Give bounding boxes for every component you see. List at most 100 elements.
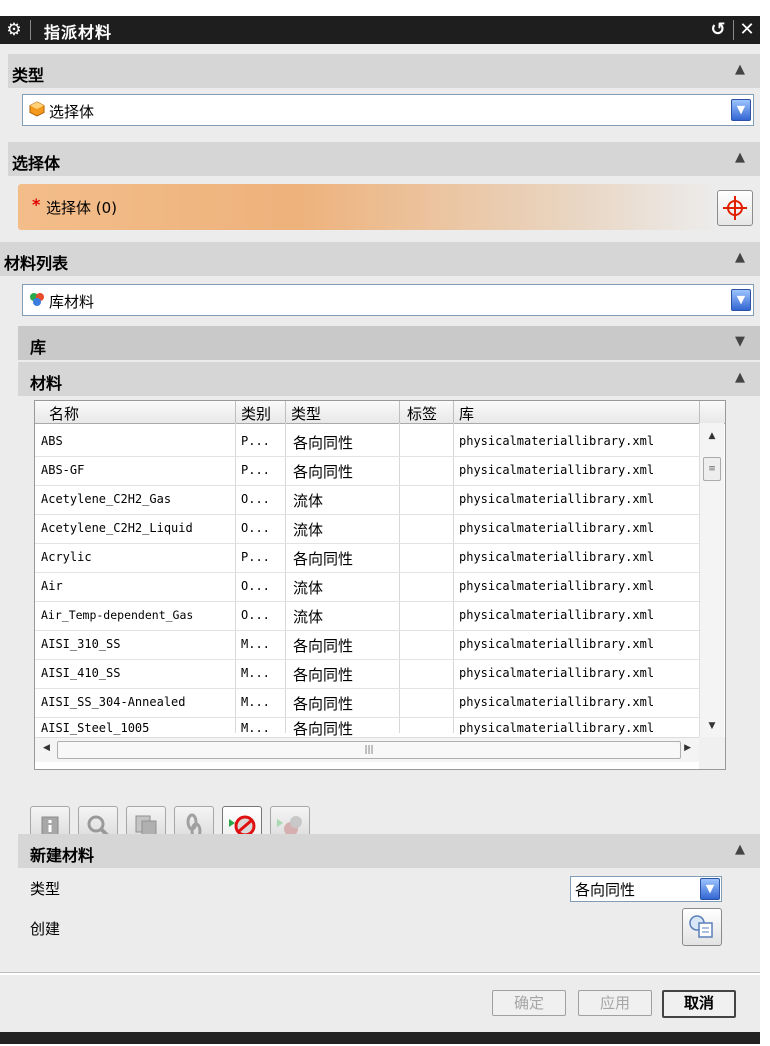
title-separator-2 xyxy=(733,20,734,40)
scroll-right-icon[interactable]: ▶ xyxy=(684,743,691,753)
cell-name: ABS-GF xyxy=(41,463,85,477)
new-material-type-label: 类型 xyxy=(30,880,61,898)
select-body-prompt: 选择体 (0) xyxy=(46,199,118,217)
cell-category: O... xyxy=(241,608,270,622)
new-material-section-header[interactable]: 新建材料 ▲ xyxy=(18,834,760,868)
cell-library: physicalmateriallibrary.xml xyxy=(459,521,655,535)
cell-library: physicalmateriallibrary.xml xyxy=(459,666,655,680)
materials-table: 名称 类别 类型 标签 库 ABS P... 各向同性 physicalmate… xyxy=(34,400,726,770)
cell-library: physicalmateriallibrary.xml xyxy=(459,492,655,506)
cell-category: P... xyxy=(241,550,270,564)
footer-divider xyxy=(0,972,760,975)
create-material-icon xyxy=(689,915,713,938)
chevron-down-icon[interactable]: ▼ xyxy=(732,334,748,350)
reset-icon[interactable]: ↺ xyxy=(706,19,730,41)
new-material-type-value: 各向同性 xyxy=(575,881,636,899)
column-divider[interactable] xyxy=(399,401,400,423)
table-row[interactable]: ABS-GF P... 各向同性 physicalmateriallibrary… xyxy=(35,456,699,486)
scroll-thumb[interactable]: ||| xyxy=(57,741,681,759)
chevron-up-icon[interactable]: ▲ xyxy=(732,370,748,386)
column-header-library[interactable]: 库 xyxy=(459,403,474,424)
material-source-value: 库材料 xyxy=(49,293,95,311)
column-divider[interactable] xyxy=(285,401,286,423)
title-bar: ⚙ 指派材料 ↺ ✕ xyxy=(0,16,760,44)
cell-category: O... xyxy=(241,579,270,593)
dropdown-arrow-icon[interactable]: ▼ xyxy=(700,878,720,900)
cell-library: physicalmateriallibrary.xml xyxy=(459,579,655,593)
cell-name: Acetylene_C2H2_Liquid xyxy=(41,521,193,535)
chevron-up-icon[interactable]: ▲ xyxy=(732,250,748,266)
select-target-button[interactable] xyxy=(717,190,753,226)
new-material-section-title: 新建材料 xyxy=(30,846,95,865)
cell-name: Air_Temp-dependent_Gas xyxy=(41,608,194,622)
column-divider[interactable] xyxy=(453,401,454,423)
table-row[interactable]: AISI_Steel_1005 M... 各向同性 physicalmateri… xyxy=(35,717,699,738)
table-row[interactable]: Acrylic P... 各向同性 physicalmateriallibrar… xyxy=(35,543,699,573)
horizontal-scrollbar[interactable]: ◀ ||| ▶ xyxy=(35,737,699,762)
dropdown-arrow-icon[interactable]: ▼ xyxy=(731,99,751,121)
cell-name: Acrylic xyxy=(41,550,92,564)
cell-category: M... xyxy=(241,666,270,680)
cell-name: Air xyxy=(41,579,63,593)
cell-library: physicalmateriallibrary.xml xyxy=(459,550,655,564)
cell-category: M... xyxy=(241,721,270,735)
table-row[interactable]: Air_Temp-dependent_Gas O... 流体 physicalm… xyxy=(35,601,699,631)
select-body-section-header[interactable]: 选择体 ▲ xyxy=(8,142,760,176)
scroll-left-icon[interactable]: ◀ xyxy=(43,743,50,753)
cell-type: 流体 xyxy=(293,579,324,597)
cell-type: 各向同性 xyxy=(293,550,354,568)
cell-category: O... xyxy=(241,521,270,535)
cell-type: 各向同性 xyxy=(293,637,354,655)
create-label: 创建 xyxy=(30,920,61,938)
material-list-section-title: 材料列表 xyxy=(4,254,69,273)
table-row[interactable]: Acetylene_C2H2_Gas O... 流体 physicalmater… xyxy=(35,485,699,515)
vertical-scrollbar[interactable]: ▲ ≡ ▼ xyxy=(699,423,724,737)
required-star-icon: * xyxy=(32,195,41,214)
scroll-up-icon[interactable]: ▲ xyxy=(704,431,720,445)
ok-button[interactable]: 确定 xyxy=(492,990,566,1016)
materials-subsection-header[interactable]: 材料 ▲ xyxy=(18,362,760,396)
cell-name: AISI_SS_304-Annealed xyxy=(41,695,186,709)
material-source-select[interactable]: 库材料 ▼ xyxy=(22,284,754,316)
type-select-value: 选择体 xyxy=(49,103,95,121)
cell-category: P... xyxy=(241,463,270,477)
column-header-tag[interactable]: 标签 xyxy=(407,403,437,424)
table-row[interactable]: ABS P... 各向同性 physicalmateriallibrary.xm… xyxy=(35,427,699,457)
cancel-button[interactable]: 取消 xyxy=(662,990,736,1018)
cell-name: Acetylene_C2H2_Gas xyxy=(41,492,172,506)
create-material-button[interactable] xyxy=(682,908,722,946)
select-body-row[interactable]: * 选择体 (0) xyxy=(18,184,718,230)
cell-category: M... xyxy=(241,637,270,651)
chevron-up-icon[interactable]: ▲ xyxy=(732,150,748,166)
close-icon[interactable]: ✕ xyxy=(735,19,759,41)
cell-type: 各向同性 xyxy=(293,666,354,684)
scroll-down-icon[interactable]: ▼ xyxy=(704,721,720,735)
cell-type: 各向同性 xyxy=(293,695,354,713)
library-subsection-header[interactable]: 库 ▼ xyxy=(18,326,760,360)
dropdown-arrow-icon[interactable]: ▼ xyxy=(731,289,751,311)
chevron-up-icon[interactable]: ▲ xyxy=(732,62,748,78)
new-material-type-select[interactable]: 各向同性 ▼ xyxy=(570,876,722,902)
cell-name: ABS xyxy=(41,434,63,448)
chevron-up-icon[interactable]: ▲ xyxy=(732,842,748,858)
column-header-category[interactable]: 类别 xyxy=(241,403,271,424)
gear-icon[interactable]: ⚙ xyxy=(4,20,24,40)
column-header-type[interactable]: 类型 xyxy=(291,403,321,424)
apply-button[interactable]: 应用 xyxy=(578,990,652,1016)
table-row[interactable]: AISI_410_SS M... 各向同性 physicalmaterialli… xyxy=(35,659,699,689)
cell-type: 流体 xyxy=(293,608,324,626)
assign-material-dialog: ⚙ 指派材料 ↺ ✕ 类型 ▲ 选择体 ▼ 选择体 ▲ * 选择体 (0) 材料… xyxy=(0,16,760,1044)
column-header-name[interactable]: 名称 xyxy=(49,403,79,424)
material-list-section-header[interactable]: 材料列表 ▲ xyxy=(0,242,760,276)
column-divider[interactable] xyxy=(235,401,236,423)
cell-type: 流体 xyxy=(293,521,324,539)
table-row[interactable]: Acetylene_C2H2_Liquid O... 流体 physicalma… xyxy=(35,514,699,544)
table-row[interactable]: AISI_SS_304-Annealed M... 各向同性 physicalm… xyxy=(35,688,699,718)
cell-library: physicalmateriallibrary.xml xyxy=(459,608,655,622)
table-row[interactable]: AISI_310_SS M... 各向同性 physicalmaterialli… xyxy=(35,630,699,660)
cell-name: AISI_310_SS xyxy=(41,637,121,651)
table-row[interactable]: Air O... 流体 physicalmateriallibrary.xml xyxy=(35,572,699,602)
type-section-header[interactable]: 类型 ▲ xyxy=(8,54,760,88)
scroll-thumb[interactable]: ≡ xyxy=(703,457,721,481)
type-select[interactable]: 选择体 ▼ xyxy=(22,94,754,126)
